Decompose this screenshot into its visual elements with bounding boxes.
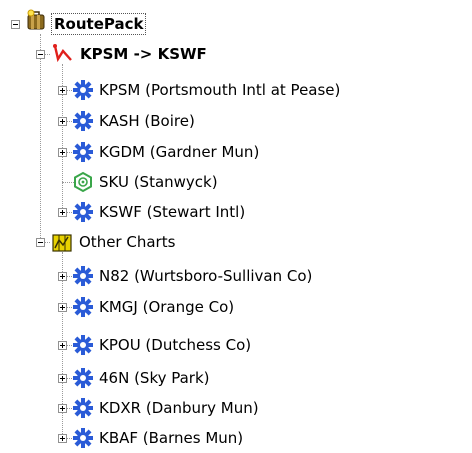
airport-icon [73,335,93,355]
airport-icon [73,111,93,131]
collapse-toggle[interactable] [11,20,20,29]
chart-item-label[interactable]: KMGJ (Orange Co) [99,297,234,317]
airport-icon [73,428,93,448]
charts-folder-icon [52,234,72,252]
charts-folder-label[interactable]: Other Charts [79,232,175,252]
tree-line [40,34,41,242]
collapse-toggle[interactable] [36,50,45,59]
expand-toggle[interactable] [58,272,67,281]
waypoint-label[interactable]: SKU (Stanwyck) [99,172,218,192]
chart-item-label[interactable]: KBAF (Barnes Mun) [99,428,243,448]
chart-item-label[interactable]: 46N (Sky Park) [99,368,210,388]
airport-icon [73,202,93,222]
waypoint-label[interactable]: KSWF (Stewart Intl) [99,202,245,222]
chart-item-label[interactable]: KDXR (Danbury Mun) [99,398,259,418]
airport-icon [73,80,93,100]
airport-icon [73,142,93,162]
route-icon [53,44,72,63]
airport-icon [73,266,93,286]
routepack-icon [27,9,45,30]
route-label[interactable]: KPSM -> KSWF [80,44,207,64]
vor-icon [74,171,92,193]
collapse-toggle[interactable] [36,238,45,247]
airport-icon [73,297,93,317]
expand-toggle[interactable] [58,404,67,413]
waypoint-label[interactable]: KGDM (Gardner Mun) [99,142,259,162]
expand-toggle[interactable] [58,148,67,157]
waypoint-label[interactable]: KASH (Boire) [99,111,195,131]
tree-root-label[interactable]: RoutePack [50,13,147,35]
expand-toggle[interactable] [58,117,67,126]
expand-toggle[interactable] [58,374,67,383]
expand-toggle[interactable] [58,434,67,443]
expand-toggle[interactable] [58,341,67,350]
expand-toggle[interactable] [58,86,67,95]
route-tree: RoutePack KPSM -> KSWF KPSM (Portsmouth … [0,0,472,453]
airport-icon [73,368,93,388]
waypoint-label[interactable]: KPSM (Portsmouth Intl at Pease) [99,80,340,100]
expand-toggle[interactable] [58,208,67,217]
chart-item-label[interactable]: KPOU (Dutchess Co) [99,335,251,355]
airport-icon [73,398,93,418]
chart-item-label[interactable]: N82 (Wurtsboro-Sullivan Co) [99,266,312,286]
expand-toggle[interactable] [58,303,67,312]
